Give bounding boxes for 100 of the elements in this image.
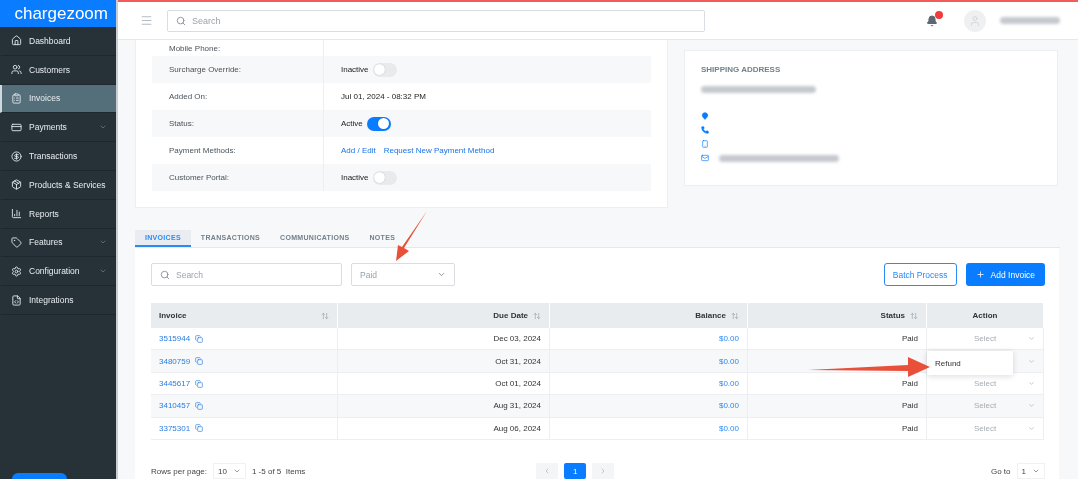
column-header[interactable]: Action <box>927 303 1044 329</box>
balance-amount: $0.00 <box>718 423 739 433</box>
sidebar-button[interactable] <box>12 473 67 479</box>
column-header[interactable]: Invoice <box>151 303 338 329</box>
mobile-phone-icon <box>701 140 709 148</box>
status-select[interactable]: Paid <box>351 263 455 287</box>
add-invoice-button[interactable]: Add Invoice <box>965 263 1045 287</box>
house-icon <box>11 35 22 47</box>
credit-card-icon <box>11 121 22 133</box>
sidebar-item[interactable]: Payments <box>0 113 116 143</box>
field-label: Added On: <box>168 92 209 101</box>
table-cell: Aug 31, 2024 <box>338 395 550 418</box>
column-header[interactable]: Balance <box>550 303 748 329</box>
plus-icon <box>975 270 985 280</box>
toggle-switch[interactable] <box>372 170 397 185</box>
sort-icon[interactable] <box>533 311 541 320</box>
table-cell: Paid <box>748 395 927 418</box>
caret-icon <box>1028 357 1035 365</box>
mail-icon <box>701 154 709 162</box>
table-cell: Aug 06, 2024 <box>338 417 550 440</box>
field-label: Surcharge Override: <box>168 65 243 74</box>
copy-icon[interactable] <box>195 357 204 366</box>
notification-badge <box>935 10 943 19</box>
column-header[interactable]: Due Date <box>338 303 550 329</box>
sidebar-item[interactable]: Products & Services <box>0 171 116 200</box>
caret-icon <box>1028 380 1035 387</box>
action-select[interactable]: Select <box>973 334 997 344</box>
sort-icon[interactable] <box>321 311 329 320</box>
invoice-link[interactable]: 3515944 <box>159 334 191 344</box>
batch-process-button[interactable]: Batch Process <box>883 263 957 287</box>
field-label: Payment Methods: <box>168 146 237 155</box>
settings-icon <box>11 265 22 277</box>
action-select[interactable]: Select <box>973 423 997 433</box>
invoice-link[interactable]: 3445617 <box>159 379 191 388</box>
previous-page-button[interactable] <box>536 463 559 479</box>
sidebar-item[interactable]: Transactions <box>0 142 116 171</box>
document-icon <box>11 294 22 306</box>
copy-icon[interactable] <box>195 424 204 433</box>
brand-name: chargezoom <box>14 3 108 24</box>
sidebar-item[interactable]: Invoices <box>0 84 116 114</box>
caret-icon <box>1032 467 1040 475</box>
toggle-switch[interactable] <box>372 62 397 77</box>
search-field[interactable]: Search <box>167 9 705 32</box>
invoice-link[interactable]: 3375301 <box>159 423 191 433</box>
copy-icon[interactable] <box>195 334 204 343</box>
action-select[interactable]: Select <box>973 379 997 388</box>
toggle-label: Active <box>341 119 363 128</box>
balance-amount: $0.00 <box>718 356 739 366</box>
copy-icon[interactable] <box>195 401 204 410</box>
items-summary: 1 -5 of 5 Items <box>251 466 306 476</box>
package-icon <box>11 179 22 191</box>
invoice-link[interactable]: 3480759 <box>159 356 191 366</box>
balance-amount: $0.00 <box>718 401 739 411</box>
next-page-button[interactable] <box>592 463 615 479</box>
table-cell: Dec 03, 2024 <box>338 328 550 351</box>
sidebar-item[interactable]: Dashboard <box>0 27 116 56</box>
copy-icon[interactable] <box>195 379 204 388</box>
redacted-user-name <box>1000 17 1060 24</box>
sidebar-item[interactable]: Integrations <box>0 286 116 315</box>
caret-icon <box>1028 424 1035 432</box>
invoice-link[interactable]: 3410457 <box>159 401 191 411</box>
rows-per-page-label: Rows per page: <box>151 466 208 476</box>
toggle-label: Inactive <box>341 65 369 74</box>
search-icon <box>176 15 186 26</box>
table-cell: Paid <box>748 417 927 440</box>
caret-icon <box>1028 402 1035 410</box>
rows-per-page-select[interactable]: 10 <box>213 463 246 479</box>
phone-icon <box>701 126 709 134</box>
column-header[interactable]: Status <box>748 303 927 329</box>
go-to-select[interactable]: 1 <box>1016 463 1045 479</box>
notification-bell-icon[interactable] <box>926 14 938 27</box>
page-button[interactable]: 1 <box>564 463 587 479</box>
field-label: Customer Portal: <box>168 173 231 182</box>
sidebar-item[interactable]: Features <box>0 228 116 258</box>
table-cell: Paid <box>748 328 927 351</box>
sidebar-item[interactable]: Customers <box>0 55 116 85</box>
brand-logo[interactable]: chargezoom <box>0 0 116 27</box>
location-pin-icon <box>701 112 709 120</box>
go-to-label: Go to <box>990 466 1011 476</box>
search-field[interactable]: Search <box>151 263 342 287</box>
sidebar-item[interactable]: Reports <box>0 199 116 229</box>
link[interactable]: Add / Edit <box>341 146 376 155</box>
table-cell: Oct 31, 2024 <box>338 350 550 373</box>
bar-chart-icon <box>11 208 22 220</box>
people-icon <box>11 64 22 76</box>
caret-icon <box>232 467 241 475</box>
avatar[interactable] <box>964 9 986 32</box>
card-title: SHIPPING ADDRESS <box>701 65 782 74</box>
field-label: Status: <box>168 119 195 128</box>
sort-icon[interactable] <box>910 311 918 320</box>
balance-amount: $0.00 <box>718 334 739 344</box>
sidebar-item[interactable]: Configuration <box>0 257 116 287</box>
dollar-coin-icon <box>11 150 22 162</box>
tag-icon <box>11 236 22 248</box>
menu-item[interactable]: Refund <box>927 351 1013 376</box>
menu-icon[interactable] <box>140 14 153 27</box>
sort-icon[interactable] <box>731 311 739 320</box>
field-value: Jul 01, 2024 - 08:32 PM <box>341 92 426 101</box>
toggle-switch[interactable] <box>366 116 391 131</box>
link[interactable]: Request New Payment Method <box>383 146 495 155</box>
